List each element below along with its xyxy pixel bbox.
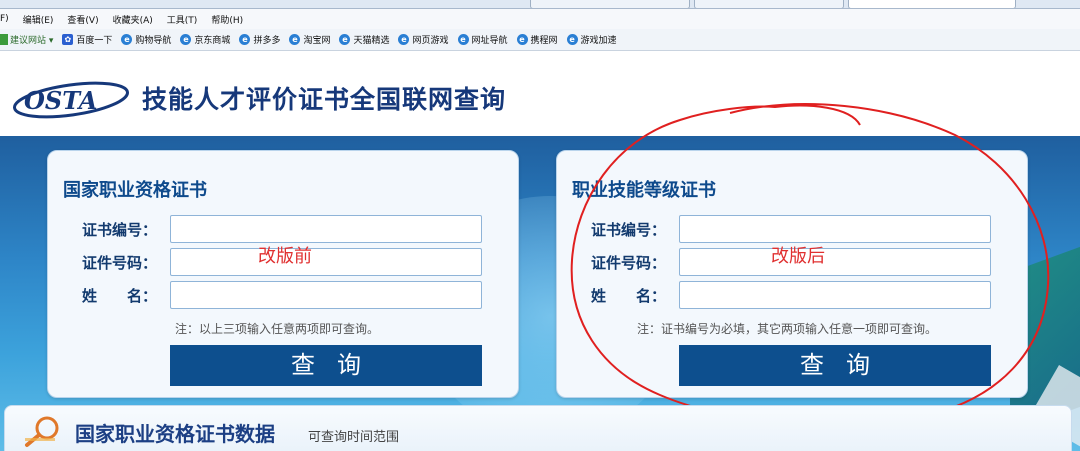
browser-tab[interactable]	[530, 0, 690, 8]
menu-view[interactable]: 查看(V)	[67, 13, 98, 26]
menu-edit[interactable]: 编辑(E)	[23, 13, 54, 26]
favorite-label: 京东商城	[194, 36, 231, 46]
name-row: 姓 名：	[48, 281, 518, 311]
favorite-label: 游戏加速	[580, 36, 617, 46]
annotation-before: 改版前	[258, 246, 312, 267]
menu-favorites[interactable]: 收藏夹(A)	[113, 13, 153, 26]
query-button[interactable]: 查询	[170, 345, 482, 386]
id-number-input[interactable]	[170, 248, 482, 276]
favorite-label: 淘宝网	[303, 36, 331, 46]
favorite-ctrip[interactable]: e 携程网	[516, 33, 558, 46]
name-input[interactable]	[679, 281, 991, 309]
favorite-label: 购物导航	[135, 36, 172, 46]
ie-page-icon: e	[239, 34, 251, 45]
field-label: 姓 名：	[591, 287, 667, 305]
ie-page-icon: e	[398, 34, 410, 45]
ie-page-icon: e	[516, 34, 528, 45]
certificate-number-input[interactable]	[679, 215, 991, 243]
browser-tab-strip	[0, 0, 1080, 9]
browser-tab[interactable]	[694, 0, 844, 8]
id-number-input[interactable]	[679, 248, 991, 276]
menu-help[interactable]: 帮助(H)	[211, 13, 243, 26]
field-label: 姓 名：	[82, 287, 158, 305]
annotation-after: 改版后	[771, 246, 825, 267]
vocational-qualification-card: 国家职业资格证书 证书编号： 证件号码： 姓 名： 注：以上三项输入任意两项即可…	[47, 150, 519, 398]
menu-file[interactable]: F)	[0, 14, 9, 24]
name-row: 姓 名：	[557, 281, 1027, 311]
card-title: 国家职业资格证书	[63, 180, 207, 201]
site-header: OSTA 技能人才评价证书全国联网查询	[0, 51, 1080, 136]
search-person-icon	[25, 416, 59, 447]
favorite-shopping-nav[interactable]: e 购物导航	[121, 33, 171, 46]
favorite-tmall[interactable]: e 天猫精选	[339, 33, 389, 46]
section-subtitle: 可查询时间范围	[308, 430, 400, 445]
field-label: 证书编号：	[82, 221, 158, 239]
favorite-label: 建议网站 ▾	[10, 36, 54, 46]
query-note: 注：证书编号为必填，其它两项输入任意一项即可查询。	[637, 322, 938, 336]
name-input[interactable]	[170, 281, 482, 309]
ie-page-icon: e	[180, 34, 192, 45]
menu-tools[interactable]: 工具(T)	[167, 13, 198, 26]
favorite-taobao[interactable]: e 淘宝网	[289, 33, 330, 46]
field-label: 证件号码：	[82, 254, 158, 272]
suggested-sites-icon	[0, 34, 8, 45]
certificate-number-row: 证书编号：	[48, 215, 518, 245]
skill-level-card: 职业技能等级证书 证书编号： 证件号码： 姓 名： 注：证书编号为必填，其它两项…	[556, 150, 1028, 398]
osta-logo[interactable]: OSTA	[12, 77, 130, 119]
certificate-number-input[interactable]	[170, 215, 482, 243]
browser-tab-active[interactable]	[848, 0, 1016, 8]
favorite-label: 拼多多	[253, 36, 281, 46]
favorite-label: 百度一下	[76, 36, 113, 46]
favorite-game-boost[interactable]: e 游戏加速	[566, 33, 617, 46]
baidu-paw-icon: ✿	[62, 34, 74, 45]
card-title: 职业技能等级证书	[572, 180, 716, 201]
favorite-web-games[interactable]: e 网页游戏	[398, 33, 449, 46]
favorite-suggested-sites[interactable]: 建议网站 ▾	[0, 33, 53, 46]
browser-menu-bar: F) 编辑(E) 查看(V) 收藏夹(A) 工具(T) 帮助(H)	[0, 9, 1080, 29]
favorite-label: 携程网	[530, 36, 558, 46]
ie-page-icon: e	[457, 34, 469, 45]
field-label: 证件号码：	[591, 254, 667, 272]
section-title: 国家职业资格证书数据	[75, 422, 275, 446]
favorite-label: 天猫精选	[353, 36, 390, 46]
favorite-label: 网址导航	[471, 36, 508, 46]
site-title: 技能人才评价证书全国联网查询	[142, 85, 507, 114]
logo-text: OSTA	[24, 86, 97, 115]
favorite-url-nav[interactable]: e 网址导航	[457, 33, 508, 46]
field-label: 证书编号：	[591, 221, 667, 239]
favorite-label: 网页游戏	[412, 36, 449, 46]
certificate-data-panel: 国家职业资格证书数据 可查询时间范围	[4, 405, 1072, 451]
query-note: 注：以上三项输入任意两项即可查询。	[175, 322, 380, 336]
favorite-pinduoduo[interactable]: e 拼多多	[239, 33, 280, 46]
ie-page-icon: e	[566, 34, 578, 45]
ie-page-icon: e	[121, 34, 133, 45]
ie-page-icon: e	[339, 34, 351, 45]
query-button[interactable]: 查询	[679, 345, 991, 386]
certificate-number-row: 证书编号：	[557, 215, 1027, 245]
favorite-jd[interactable]: e 京东商城	[180, 33, 230, 46]
favorites-bar: 建议网站 ▾ ✿ 百度一下 e 购物导航 e 京东商城 e 拼多多 e 淘宝网 …	[0, 29, 1080, 51]
favorite-baidu[interactable]: ✿ 百度一下	[62, 33, 112, 46]
ie-page-icon: e	[289, 34, 301, 45]
